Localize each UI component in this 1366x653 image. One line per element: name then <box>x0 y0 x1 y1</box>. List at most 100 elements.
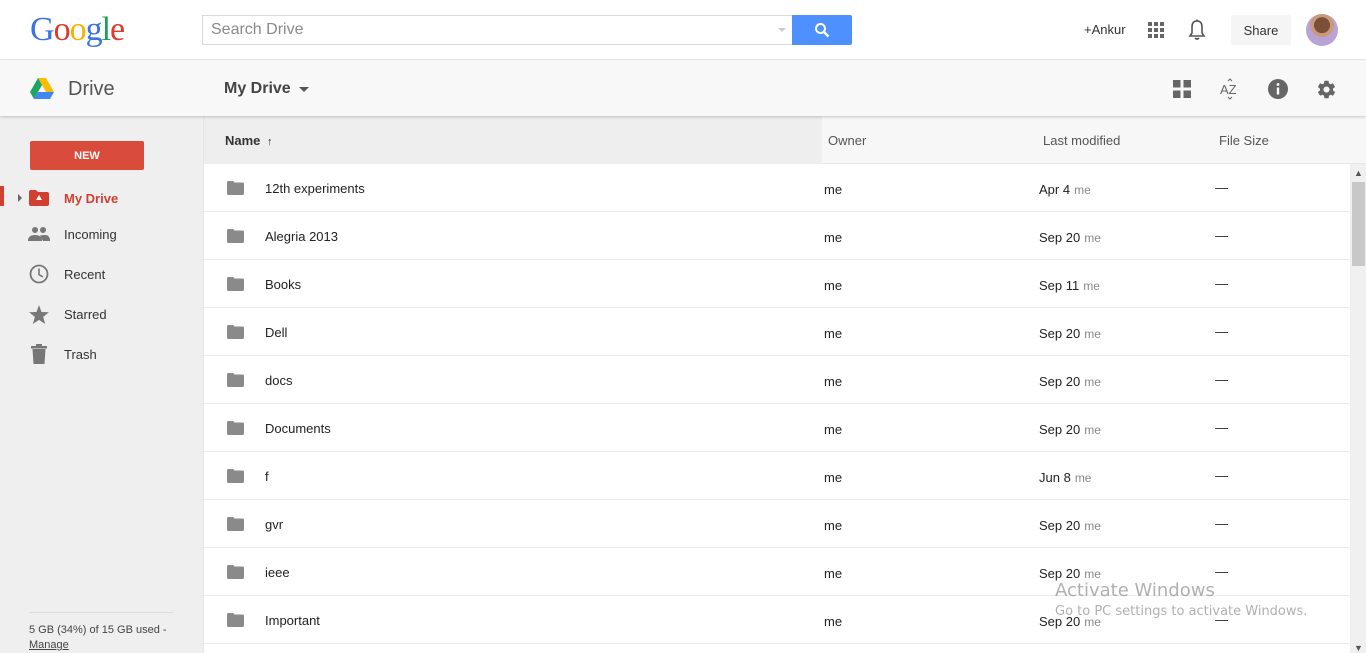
modified-by: me <box>1084 519 1101 533</box>
file-last-modified: Sep 20 me <box>1039 614 1101 629</box>
modified-by: me <box>1074 471 1092 485</box>
modified-date: Sep 20 <box>1039 326 1081 341</box>
file-name[interactable]: Important <box>265 613 320 628</box>
column-header-file-size[interactable]: File Size <box>1219 133 1269 148</box>
modified-date: Sep 20 <box>1039 230 1081 245</box>
file-name[interactable]: Alegria 2013 <box>265 229 338 244</box>
star-icon <box>28 303 50 325</box>
scroll-down-icon[interactable]: ▼ <box>1354 643 1363 653</box>
file-owner: me <box>824 326 843 341</box>
file-name[interactable]: f <box>265 469 269 484</box>
notifications-bell-icon[interactable] <box>1187 19 1207 46</box>
apps-grid-icon[interactable] <box>1148 22 1164 38</box>
scroll-up-icon[interactable]: ▲ <box>1354 168 1363 178</box>
location-menu-label: My Drive <box>224 80 291 97</box>
storage-usage: 5 GB (34%) of 15 GB used - Manage <box>29 623 167 653</box>
file-last-modified: Apr 4 me <box>1039 182 1091 197</box>
file-name[interactable]: ieee <box>265 565 290 580</box>
people-icon <box>28 223 50 245</box>
table-row[interactable]: ieee me Sep 20 me — <box>204 548 1350 596</box>
trash-icon <box>28 343 50 365</box>
file-size: — <box>1215 612 1228 627</box>
app-title[interactable]: Drive <box>68 78 115 101</box>
scrollbar-thumb[interactable] <box>1352 182 1365 266</box>
sidebar-item-starred[interactable]: Starred <box>0 300 203 328</box>
modified-date: Sep 20 <box>1039 518 1081 533</box>
modified-date: Sep 11 <box>1039 278 1080 293</box>
drive-logo-icon[interactable] <box>30 78 54 105</box>
sort-az-icon[interactable]: AZ <box>1219 78 1241 100</box>
file-name[interactable]: docs <box>265 373 292 388</box>
vertical-scrollbar[interactable]: ▲ ▼ <box>1350 164 1366 653</box>
table-row[interactable]: Dell me Sep 20 me — <box>204 308 1350 356</box>
new-button[interactable]: NEW <box>30 141 144 170</box>
file-owner: me <box>824 614 843 629</box>
logo-letter: l <box>101 11 112 48</box>
share-button[interactable]: Share <box>1231 15 1291 45</box>
sidebar-item-incoming[interactable]: Incoming <box>0 220 203 248</box>
file-name[interactable]: Documents <box>265 421 331 436</box>
expand-arrow-icon[interactable] <box>18 194 22 202</box>
location-menu[interactable]: My Drive <box>224 80 309 98</box>
file-rows: 12th experiments me Apr 4 me — Alegria 2013 me… <box>204 164 1350 644</box>
sidebar-item-label: Recent <box>64 266 106 282</box>
folder-icon <box>227 421 244 438</box>
sidebar-item-trash[interactable]: Trash <box>0 340 203 368</box>
avatar[interactable] <box>1306 14 1338 46</box>
file-name[interactable]: Dell <box>265 325 287 340</box>
sidebar-item-my-drive[interactable]: My Drive <box>0 184 203 212</box>
file-owner: me <box>824 470 843 485</box>
file-owner: me <box>824 566 843 581</box>
table-row[interactable]: Documents me Sep 20 me — <box>204 404 1350 452</box>
table-row[interactable]: gvr me Sep 20 me — <box>204 500 1350 548</box>
column-header-label: Name <box>225 133 261 148</box>
file-size: — <box>1215 180 1228 195</box>
file-last-modified: Sep 11 me <box>1039 278 1100 293</box>
file-last-modified: Sep 20 me <box>1039 374 1101 389</box>
table-row[interactable]: Alegria 2013 me Sep 20 me — <box>204 212 1350 260</box>
active-indicator <box>0 186 4 206</box>
table-row[interactable]: docs me Sep 20 me — <box>204 356 1350 404</box>
logo-letter: g <box>85 11 103 48</box>
file-size: — <box>1215 564 1228 579</box>
folder-icon <box>227 613 244 630</box>
sidebar-item-recent[interactable]: Recent <box>0 260 203 288</box>
modified-by: me <box>1084 615 1101 629</box>
settings-gear-icon[interactable] <box>1315 78 1337 100</box>
file-name[interactable]: 12th experiments <box>265 181 365 196</box>
google-logo[interactable]: Google <box>30 11 125 48</box>
file-size: — <box>1215 276 1228 291</box>
file-size: — <box>1215 228 1228 243</box>
drive-folder-icon <box>28 187 50 209</box>
table-row[interactable]: f me Jun 8 me — <box>204 452 1350 500</box>
table-row[interactable]: Important me Sep 20 me — <box>204 596 1350 644</box>
user-profile-link[interactable]: +Ankur <box>1084 22 1126 37</box>
folder-icon <box>227 373 244 390</box>
column-header-name[interactable]: Name ↑ <box>225 133 273 148</box>
folder-icon <box>227 181 244 198</box>
caret-down-icon <box>298 86 309 92</box>
file-size: — <box>1215 324 1228 339</box>
column-header-last-modified[interactable]: Last modified <box>1043 133 1120 148</box>
column-header-owner[interactable]: Owner <box>828 133 866 148</box>
table-row[interactable]: Books me Sep 11 me — <box>204 260 1350 308</box>
modified-date: Sep 20 <box>1039 614 1081 629</box>
info-icon[interactable] <box>1267 78 1289 100</box>
file-name[interactable]: gvr <box>265 517 283 532</box>
folder-icon <box>227 517 244 534</box>
search-options-dropdown-icon[interactable] <box>778 28 786 32</box>
sidebar-item-label: Incoming <box>64 226 117 242</box>
table-row[interactable]: 12th experiments me Apr 4 me — <box>204 164 1350 212</box>
file-last-modified: Sep 20 me <box>1039 230 1101 245</box>
manage-storage-link[interactable]: Manage <box>29 639 69 651</box>
folder-icon <box>227 277 244 294</box>
search-input[interactable] <box>203 16 763 44</box>
logo-letter: G <box>30 11 55 48</box>
file-name[interactable]: Books <box>265 277 301 292</box>
search-button[interactable] <box>792 15 852 45</box>
modified-date: Jun 8 <box>1039 470 1071 485</box>
grid-view-icon[interactable] <box>1171 78 1193 100</box>
modified-by: me <box>1084 567 1101 581</box>
folder-icon <box>227 565 244 582</box>
file-size: — <box>1215 516 1228 531</box>
